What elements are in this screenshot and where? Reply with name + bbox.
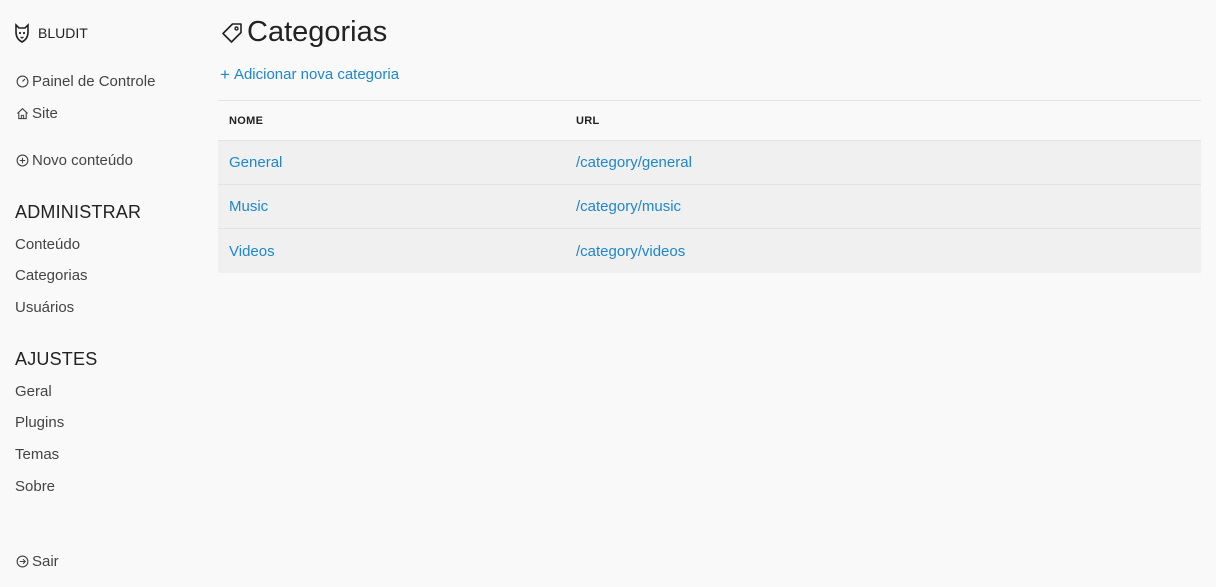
sign-out-icon — [16, 555, 29, 568]
settings-section-title: AJUSTES — [15, 349, 98, 369]
nav-dashboard[interactable]: Painel de Controle — [15, 73, 155, 90]
brand-name: BLUDIT — [38, 25, 88, 41]
column-header-name: NOME — [229, 114, 264, 127]
category-url-link[interactable]: /category/general — [576, 154, 692, 171]
table-row: Videos /category/videos — [218, 229, 1201, 273]
home-icon — [17, 107, 28, 120]
sidebar: BLUDIT Painel de Controle Site Novo cont… — [0, 0, 200, 587]
nav-new-content[interactable]: Novo conteúdo — [15, 152, 133, 169]
nav-logout-label: Sair — [32, 553, 59, 570]
category-name-link[interactable]: Videos — [229, 243, 275, 260]
plus-icon: + — [220, 65, 230, 84]
add-category-link[interactable]: + Adicionar nova categoria — [220, 66, 399, 83]
sidebar-item-about[interactable]: Sobre — [15, 478, 55, 495]
sidebar-item-general[interactable]: Geral — [15, 383, 52, 400]
nav-new-content-label: Novo conteúdo — [32, 152, 133, 169]
sidebar-item-users[interactable]: Usuários — [15, 299, 74, 316]
sidebar-item-themes[interactable]: Temas — [15, 446, 59, 463]
table-row: Music /category/music — [218, 185, 1201, 229]
brand[interactable]: BLUDIT — [14, 23, 88, 43]
category-url-link[interactable]: /category/music — [576, 198, 681, 215]
category-name-link[interactable]: General — [229, 154, 282, 171]
category-name-link[interactable]: Music — [229, 198, 268, 215]
sidebar-item-content[interactable]: Conteúdo — [15, 236, 80, 253]
nav-dashboard-label: Painel de Controle — [32, 73, 156, 90]
nav-site-label: Site — [32, 105, 58, 122]
bludit-logo-icon — [15, 23, 29, 43]
table-header: NOME URL — [218, 101, 1201, 141]
page-title: Categorias — [218, 16, 387, 49]
admin-section-title: ADMINISTRAR — [15, 202, 142, 222]
table-row: General /category/general — [218, 141, 1201, 185]
nav-logout[interactable]: Sair — [15, 553, 59, 570]
tag-icon — [222, 22, 242, 43]
dashboard-icon — [16, 75, 29, 88]
column-header-url: URL — [576, 114, 600, 127]
page-title-text: Categorias — [247, 16, 388, 48]
plus-circle-icon — [16, 154, 29, 167]
category-url-link[interactable]: /category/videos — [576, 243, 685, 260]
sidebar-item-categories[interactable]: Categorias — [15, 267, 88, 284]
categories-table: NOME URL General /category/general Music… — [218, 100, 1201, 273]
nav-site[interactable]: Site — [15, 105, 58, 122]
add-category-label: Adicionar nova categoria — [233, 66, 400, 83]
sidebar-item-plugins[interactable]: Plugins — [15, 414, 64, 431]
